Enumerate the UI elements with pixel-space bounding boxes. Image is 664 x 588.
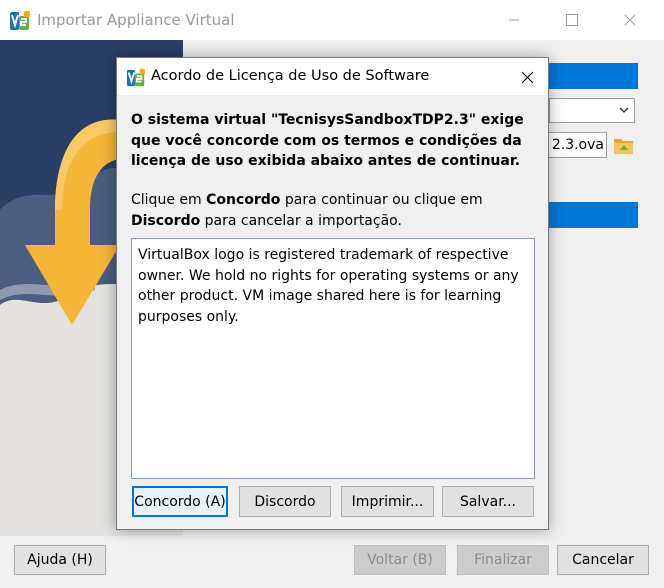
close-icon xyxy=(624,14,636,26)
maximize-icon xyxy=(566,14,578,26)
instructions-text: Clique em xyxy=(131,192,207,208)
appliance-settings-strip xyxy=(549,202,638,228)
agree-button[interactable]: Concordo (A) xyxy=(132,486,228,517)
dialog-close-button[interactable] xyxy=(513,64,541,90)
finish-button[interactable]: Finalizar xyxy=(457,545,549,575)
browse-file-button[interactable] xyxy=(611,132,637,158)
virtualbox-logo-icon xyxy=(126,68,146,87)
virtualbox-logo-icon xyxy=(10,11,30,30)
main-window-title: Importar Appliance Virtual xyxy=(37,11,235,29)
folder-open-icon xyxy=(614,139,633,154)
main-title-bar[interactable]: Importar Appliance Virtual xyxy=(0,0,664,40)
minimize-icon xyxy=(509,19,519,21)
maximize-button[interactable] xyxy=(543,0,601,40)
selected-appliance-strip xyxy=(549,63,638,89)
save-button[interactable]: Salvar... xyxy=(442,486,534,517)
dialog-title-bar[interactable]: Acordo de Licença de Uso de Software xyxy=(117,58,548,95)
instructions-text: para cancelar a importação. xyxy=(200,212,402,229)
help-button[interactable]: Ajuda (H) xyxy=(14,545,106,575)
back-button[interactable]: Voltar (B) xyxy=(354,545,446,575)
file-path-field[interactable]: 2.3.ova xyxy=(549,132,607,158)
license-text-area[interactable]: VirtualBox logo is registered trademark … xyxy=(131,238,535,479)
dialog-title: Acordo de Licença de Uso de Software xyxy=(151,68,430,84)
close-window-button[interactable] xyxy=(601,0,659,40)
chevron-down-icon xyxy=(619,107,629,113)
source-combobox[interactable] xyxy=(549,98,635,123)
dialog-instructions: Clique em Concordo para continuar ou cli… xyxy=(131,190,536,231)
dialog-heading: O sistema virtual "TecnisysSandboxTDP2.3… xyxy=(131,112,524,169)
cancel-button[interactable]: Cancelar xyxy=(557,545,649,575)
license-agreement-dialog: Acordo de Licença de Uso de Software O s… xyxy=(116,57,549,530)
minimize-button[interactable] xyxy=(485,0,543,40)
close-icon xyxy=(521,71,533,83)
print-button[interactable]: Imprimir... xyxy=(341,486,434,517)
disagree-button[interactable]: Discordo xyxy=(239,486,331,517)
instructions-agree-word: Concordo xyxy=(206,192,281,208)
instructions-text: para continuar ou clique em xyxy=(280,192,483,208)
instructions-disagree-word: Discordo xyxy=(131,212,201,229)
